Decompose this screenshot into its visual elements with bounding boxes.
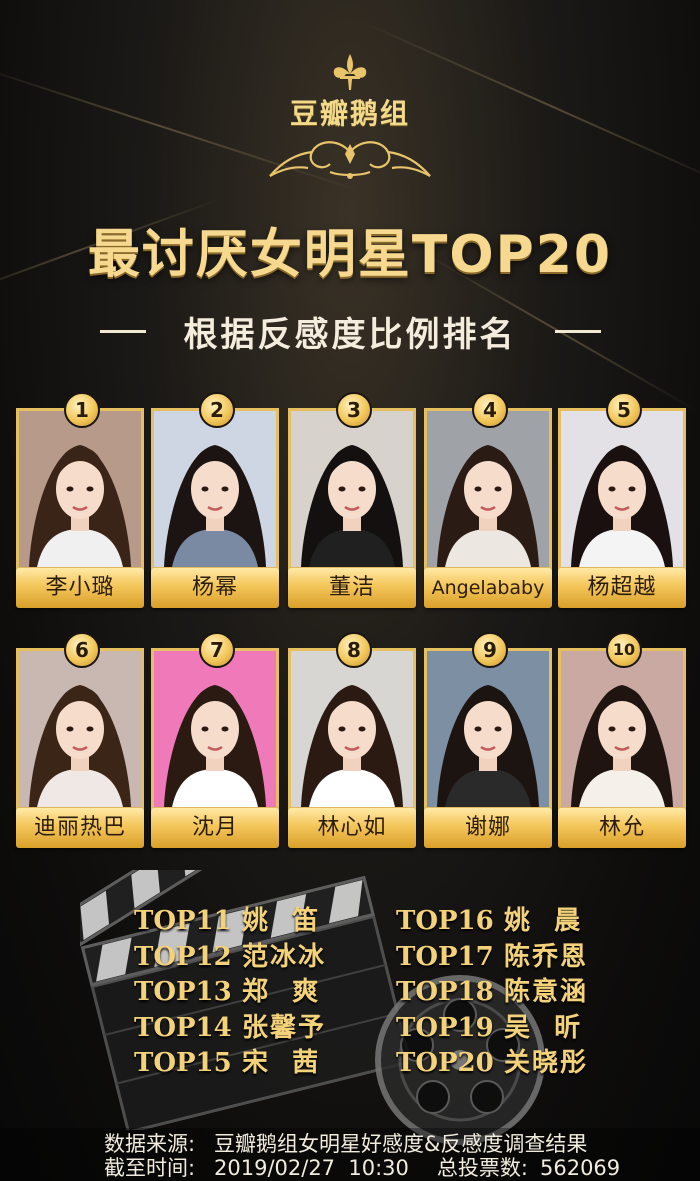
name-plate: Angelababy: [424, 568, 552, 608]
name-plate: 李小璐: [16, 568, 144, 608]
main-title: 最讨厌女明星TOP20: [87, 225, 613, 285]
rank-badge: 3: [336, 392, 372, 428]
footer: 数据来源: 豆瓣鹅组女明星好感度&反感度调查结果 截至时间: 2019/02/27 …: [0, 1128, 700, 1181]
rank-row: TOP19 吴 昕: [396, 1007, 582, 1044]
star-card: 1 李小璐: [16, 392, 144, 610]
rank-row: TOP20 关晓彤: [396, 1042, 588, 1079]
rank-row: TOP16 姚 晨: [396, 900, 582, 937]
rank-tag: TOP18: [396, 977, 494, 1007]
name-plate: 林允: [558, 808, 686, 848]
subtitle-row: 根据反感度比例排名: [0, 306, 700, 356]
portrait-photo: [16, 408, 144, 570]
rank-tag: TOP16: [396, 906, 494, 936]
rank-badge: 6: [64, 632, 100, 668]
portrait-photo: [424, 408, 552, 570]
divider: [99, 329, 146, 333]
rank-name: 姚 晨: [504, 906, 583, 936]
name-plate: 杨幂: [151, 568, 279, 608]
time-label: 截至时间:: [104, 1156, 196, 1180]
star-card: 6 迪丽热巴: [16, 632, 144, 850]
rank-badge: 2: [199, 392, 235, 428]
rank-row: TOP18 陈意涵: [396, 971, 588, 1008]
name-plate: 董洁: [288, 568, 416, 608]
rank-name: 张馨予: [242, 1012, 327, 1043]
star-card: 3 董洁: [288, 392, 416, 610]
star-card: 2 杨幂: [151, 392, 279, 610]
star-card: 4 Angelababy: [424, 392, 552, 610]
rank-name: 陈乔恩: [504, 941, 589, 972]
rank-row: TOP12 范冰冰: [134, 936, 326, 973]
subtitle: 根据反感度比例排名: [183, 314, 517, 355]
rank-badge: 7: [199, 632, 235, 668]
rank-badge: 1: [64, 392, 100, 428]
portrait-photo: [558, 408, 686, 570]
flourish-ornament-icon: [269, 141, 431, 179]
name-plate: 谢娜: [424, 808, 552, 848]
source-label: 数据来源:: [104, 1132, 196, 1156]
star-card: 10 林允: [558, 632, 686, 850]
votes-label: 总投票数:: [436, 1156, 528, 1180]
brand-title: 豆瓣鹅组: [289, 97, 410, 130]
rank-tag: TOP19: [396, 1012, 494, 1043]
rank-tag: TOP11: [134, 906, 232, 936]
source-value: 豆瓣鹅组女明星好感度&反感度调查结果: [214, 1132, 588, 1156]
name-plate: 沈月: [151, 808, 279, 848]
rank-badge: 9: [472, 632, 508, 668]
rank-badge: 5: [606, 392, 642, 428]
rank-badge: 8: [336, 632, 372, 668]
star-card: 9 谢娜: [424, 632, 552, 850]
rank-row: TOP13 郑 爽: [134, 971, 320, 1008]
portrait-photo: [288, 648, 416, 810]
rank-tag: TOP15: [134, 1048, 232, 1078]
rank-tag: TOP13: [134, 977, 232, 1007]
rank-tag: TOP12: [134, 941, 232, 972]
rank-name: 陈意涵: [504, 977, 589, 1007]
rank-name: 关晓彤: [504, 1048, 589, 1078]
rank-name: 姚 笛: [242, 906, 321, 936]
rank-row: TOP15 宋 茜: [134, 1042, 320, 1079]
rank-name: 宋 茜: [242, 1048, 321, 1078]
name-plate: 林心如: [288, 808, 416, 848]
rank-tag: TOP14: [134, 1012, 232, 1043]
rank-name: 吴 昕: [504, 1012, 583, 1043]
portrait-photo: [288, 408, 416, 570]
time-line: 截至时间: 2019/02/27 10:30 总投票数: 562069: [104, 1156, 620, 1180]
time-value: 2019/02/27 10:30: [214, 1156, 409, 1180]
portrait-photo: [151, 648, 279, 810]
fleur-de-lis-icon: [333, 54, 367, 90]
name-plate: 杨超越: [558, 568, 686, 608]
rank-name: 郑 爽: [242, 977, 321, 1007]
rank-badge: 4: [472, 392, 508, 428]
star-card: 7 沈月: [151, 632, 279, 850]
rank-row: TOP14 张馨予: [134, 1007, 326, 1044]
name-plate: 迪丽热巴: [16, 808, 144, 848]
portrait-photo: [558, 648, 686, 810]
source-line: 数据来源: 豆瓣鹅组女明星好感度&反感度调查结果: [104, 1132, 587, 1156]
portrait-photo: [16, 648, 144, 810]
portrait-photo: [151, 408, 279, 570]
portrait-photo: [424, 648, 552, 810]
divider: [554, 329, 601, 333]
star-card: 5 杨超越: [558, 392, 686, 610]
rank-row: TOP11 姚 笛: [134, 900, 320, 937]
star-card: 8 林心如: [288, 632, 416, 850]
rank-tag: TOP17: [396, 941, 494, 972]
rank-badge: 10: [606, 632, 642, 668]
votes-value: 562069: [539, 1156, 621, 1180]
rank-tag: TOP20: [396, 1048, 494, 1078]
rank-row: TOP17 陈乔恩: [396, 936, 588, 973]
rank-name: 范冰冰: [242, 941, 327, 972]
